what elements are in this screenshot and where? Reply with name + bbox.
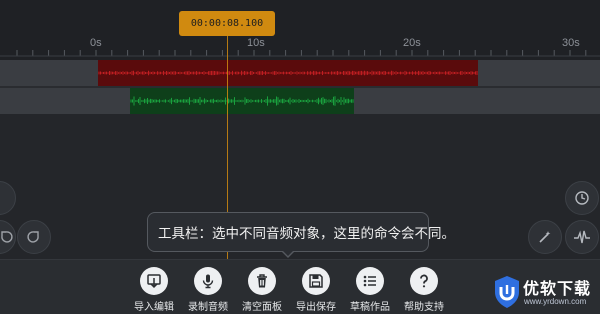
help-label: 帮助支持: [404, 302, 444, 313]
tooltip-text: 工具栏：选中不同音频对象，这里的命令会不同。: [158, 226, 455, 242]
export-save-button[interactable]: 导出保存: [289, 267, 343, 313]
red-waveform: [98, 70, 478, 76]
waveform-button[interactable]: [565, 220, 599, 254]
watermark-logo: 优软下载 www.yrdown.com: [493, 273, 597, 311]
import-edit-icon: [140, 267, 168, 295]
record-audio-label: 录制音频: [188, 302, 228, 313]
ruler-label-30s: 30s: [562, 37, 580, 49]
clock-icon: [575, 191, 589, 205]
help-icon: [410, 267, 438, 295]
timer-button[interactable]: [565, 181, 599, 215]
record-audio-button[interactable]: 录制音频: [181, 267, 235, 313]
audio-clip-green[interactable]: [130, 88, 354, 114]
timeline-header: 00:00:08.100 0s 10s 20s 30s: [0, 0, 600, 60]
waveform-icon: [574, 230, 590, 244]
import-edit-button[interactable]: 导入编辑: [127, 267, 181, 313]
export-save-label: 导出保存: [296, 302, 336, 313]
drafts-label: 草稿作品: [350, 302, 390, 313]
watermark-url: www.yrdown.com: [524, 297, 587, 306]
shield-logo-icon: [495, 276, 519, 308]
magic-wand-icon: [539, 231, 551, 243]
ruler-label-20s: 20s: [403, 37, 421, 49]
playhead-time-badge[interactable]: 00:00:08.100: [179, 11, 275, 36]
time-ruler[interactable]: 0s 10s 20s 30s: [0, 35, 600, 60]
green-waveform: [130, 96, 354, 106]
toolbar-tooltip: 工具栏：选中不同音频对象，这里的命令会不同。: [147, 212, 455, 252]
audio-clip-red[interactable]: [98, 60, 478, 86]
tooltip-arrow: [281, 250, 295, 258]
watermark-text: 优软下载: [523, 279, 592, 298]
help-button[interactable]: 帮助支持: [397, 267, 451, 313]
clear-panel-button[interactable]: 清空面板: [235, 267, 289, 313]
save-icon: [302, 267, 330, 295]
import-edit-label: 导入编辑: [134, 302, 174, 313]
effects-button[interactable]: [528, 220, 562, 254]
ruler-label-10s: 10s: [247, 37, 265, 49]
undo-icon: [1, 231, 13, 243]
clear-panel-label: 清空面板: [242, 302, 282, 313]
microphone-icon: [194, 267, 222, 295]
trash-icon: [248, 267, 276, 295]
drafts-button[interactable]: 草稿作品: [343, 267, 397, 313]
list-icon: [356, 267, 384, 295]
redo-button[interactable]: [17, 220, 51, 254]
ruler-label-0s: 0s: [90, 37, 102, 49]
redo-icon: [27, 231, 39, 243]
